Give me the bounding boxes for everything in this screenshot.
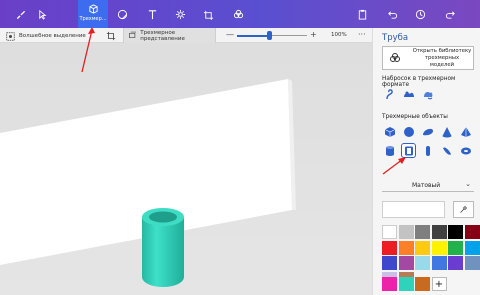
color-swatch[interactable] — [464, 225, 480, 239]
sticker-icon[interactable] — [110, 0, 134, 28]
library-icon — [390, 53, 400, 62]
custom-colors: + — [382, 277, 447, 291]
color-swatch[interactable] — [448, 256, 463, 270]
pyramid-icon[interactable] — [458, 124, 473, 139]
color-swatch[interactable] — [448, 225, 463, 239]
color-swatch[interactable] — [382, 240, 397, 255]
capsule-icon[interactable] — [420, 143, 435, 158]
color-swatch[interactable] — [415, 277, 430, 291]
objects-heading: Трехмерные объекты — [382, 114, 448, 120]
more-options-button[interactable]: ··· — [358, 30, 366, 39]
add-color-button[interactable]: + — [431, 277, 447, 291]
zoom-percent: 100% — [331, 32, 347, 38]
properties-panel: Труба Открыть библиотеку трехмерных моде… — [372, 28, 480, 295]
color-swatch[interactable] — [382, 256, 397, 270]
chevron-down-icon: ⌄ — [465, 180, 471, 188]
magic-select-button[interactable]: Волшебное выделение — [6, 31, 86, 41]
eyedropper-icon — [460, 205, 468, 213]
donut-icon[interactable] — [458, 143, 473, 158]
clipboard-icon[interactable] — [350, 0, 374, 28]
history-icon[interactable] — [408, 0, 432, 28]
color-swatch[interactable] — [415, 225, 430, 239]
sphere-icon[interactable] — [401, 124, 416, 139]
zoom-in-button[interactable]: + — [310, 30, 317, 39]
3d-shapes-icon — [88, 4, 98, 14]
redo-icon[interactable] — [438, 0, 462, 28]
crop-icon[interactable] — [106, 31, 116, 41]
zoom-slider-thumb[interactable] — [267, 31, 273, 40]
magic-select-label: Волшебное выделение — [19, 33, 86, 39]
color-swatch[interactable] — [431, 240, 447, 255]
effects-icon[interactable] — [168, 0, 192, 28]
3d-workspace[interactable] — [0, 43, 372, 295]
color-swatch[interactable] — [382, 225, 397, 239]
cone-icon[interactable] — [439, 124, 454, 139]
open-3d-library-button[interactable]: Открыть библиотеку трехмерных моделей — [382, 46, 474, 70]
secondary-toolbar: Волшебное выделение Трехмерное представл… — [0, 28, 372, 43]
color-swatch[interactable] — [464, 256, 480, 270]
color-swatch[interactable] — [464, 240, 480, 255]
color-swatch[interactable] — [398, 256, 414, 270]
color-swatch[interactable] — [415, 240, 430, 255]
3d-view-icon — [129, 31, 137, 38]
sharp-doodle-icon[interactable] — [382, 86, 397, 101]
active-tool-label: Трехмер... — [79, 16, 107, 22]
top-toolbar: Трехмер... — [0, 0, 480, 28]
material-dropdown[interactable]: Матовый ⌄ — [382, 179, 474, 192]
zoom-out-button[interactable]: — — [226, 30, 234, 39]
3d-view-label: Трехмерное представление — [140, 29, 185, 42]
color-swatch[interactable] — [398, 225, 414, 239]
select-icon[interactable] — [30, 0, 54, 28]
soft-doodle-icon[interactable] — [401, 86, 416, 101]
eyedropper-button[interactable] — [453, 201, 474, 218]
paste-icon[interactable] — [226, 0, 250, 28]
brush-icon[interactable] — [8, 0, 32, 28]
color-swatch[interactable] — [431, 225, 447, 239]
doodle-3d-icon[interactable] — [420, 86, 435, 101]
canvas-icon[interactable] — [196, 0, 220, 28]
color-swatch[interactable] — [382, 277, 397, 291]
cube-icon[interactable] — [382, 124, 397, 139]
magic-select-icon — [6, 31, 15, 41]
color-swatch[interactable] — [448, 240, 463, 255]
undo-icon[interactable] — [380, 0, 404, 28]
panel-title: Труба — [382, 33, 409, 43]
3d-view-button[interactable]: Трехмерное представление — [123, 28, 216, 43]
color-swatch[interactable] — [415, 256, 430, 270]
zoom-slider-fill — [237, 34, 270, 37]
annotation-arrow-toolbar — [81, 27, 95, 73]
torus-icon[interactable] — [439, 143, 454, 158]
current-color-field[interactable] — [382, 201, 445, 218]
annotation-arrow-tube — [382, 157, 406, 175]
material-value: Матовый — [412, 182, 441, 189]
tube-3d-object[interactable] — [138, 205, 188, 289]
text-icon[interactable] — [140, 0, 164, 28]
color-swatch[interactable] — [398, 240, 414, 255]
color-swatch[interactable] — [398, 277, 414, 291]
color-swatch[interactable] — [431, 256, 447, 270]
open-3d-library-label: Открыть библиотеку трехмерных моделей — [412, 47, 472, 68]
hemisphere-icon[interactable] — [420, 124, 435, 139]
